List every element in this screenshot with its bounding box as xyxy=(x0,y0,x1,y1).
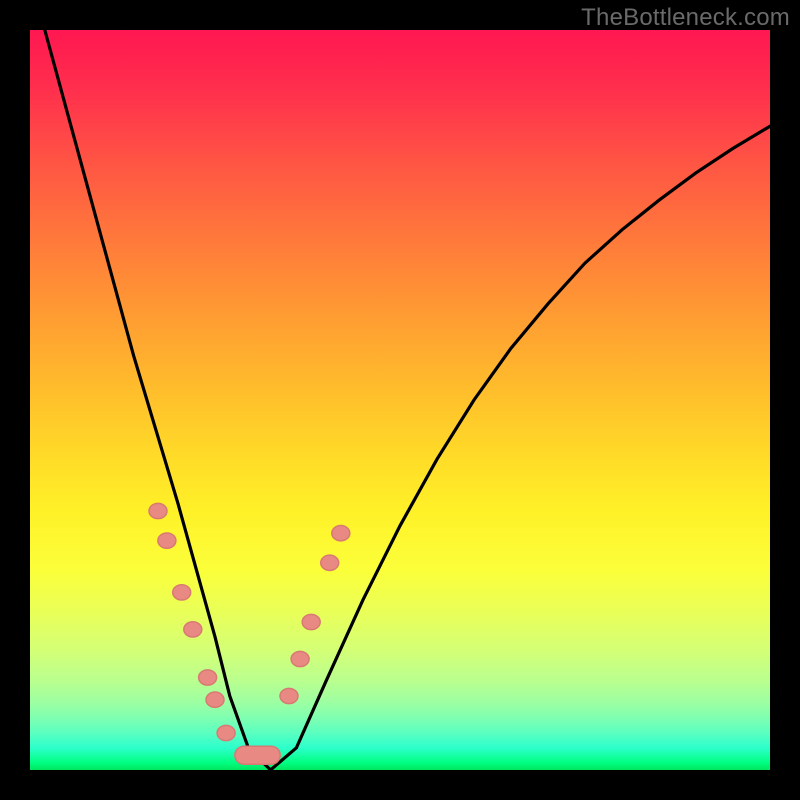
curve-marker xyxy=(184,622,202,637)
curve-marker xyxy=(332,526,350,541)
chart-frame: TheBottleneck.com xyxy=(0,0,800,800)
valley-marker xyxy=(235,746,280,764)
curve-marker xyxy=(173,585,191,600)
curve-marker xyxy=(302,614,320,629)
markers-right xyxy=(280,526,350,704)
chart-svg xyxy=(30,30,770,770)
curve-marker xyxy=(280,688,298,703)
bottleneck-curve xyxy=(45,30,770,770)
curve-marker xyxy=(199,670,217,685)
curve-marker xyxy=(321,555,339,570)
watermark-text: TheBottleneck.com xyxy=(581,4,790,32)
curve-marker xyxy=(291,651,309,666)
curve-marker xyxy=(158,533,176,548)
curve-marker xyxy=(206,692,224,707)
valley-bar xyxy=(235,746,280,764)
curve-marker xyxy=(217,725,235,740)
curve-marker xyxy=(149,503,167,518)
markers-left xyxy=(149,503,235,740)
plot-area xyxy=(30,30,770,770)
